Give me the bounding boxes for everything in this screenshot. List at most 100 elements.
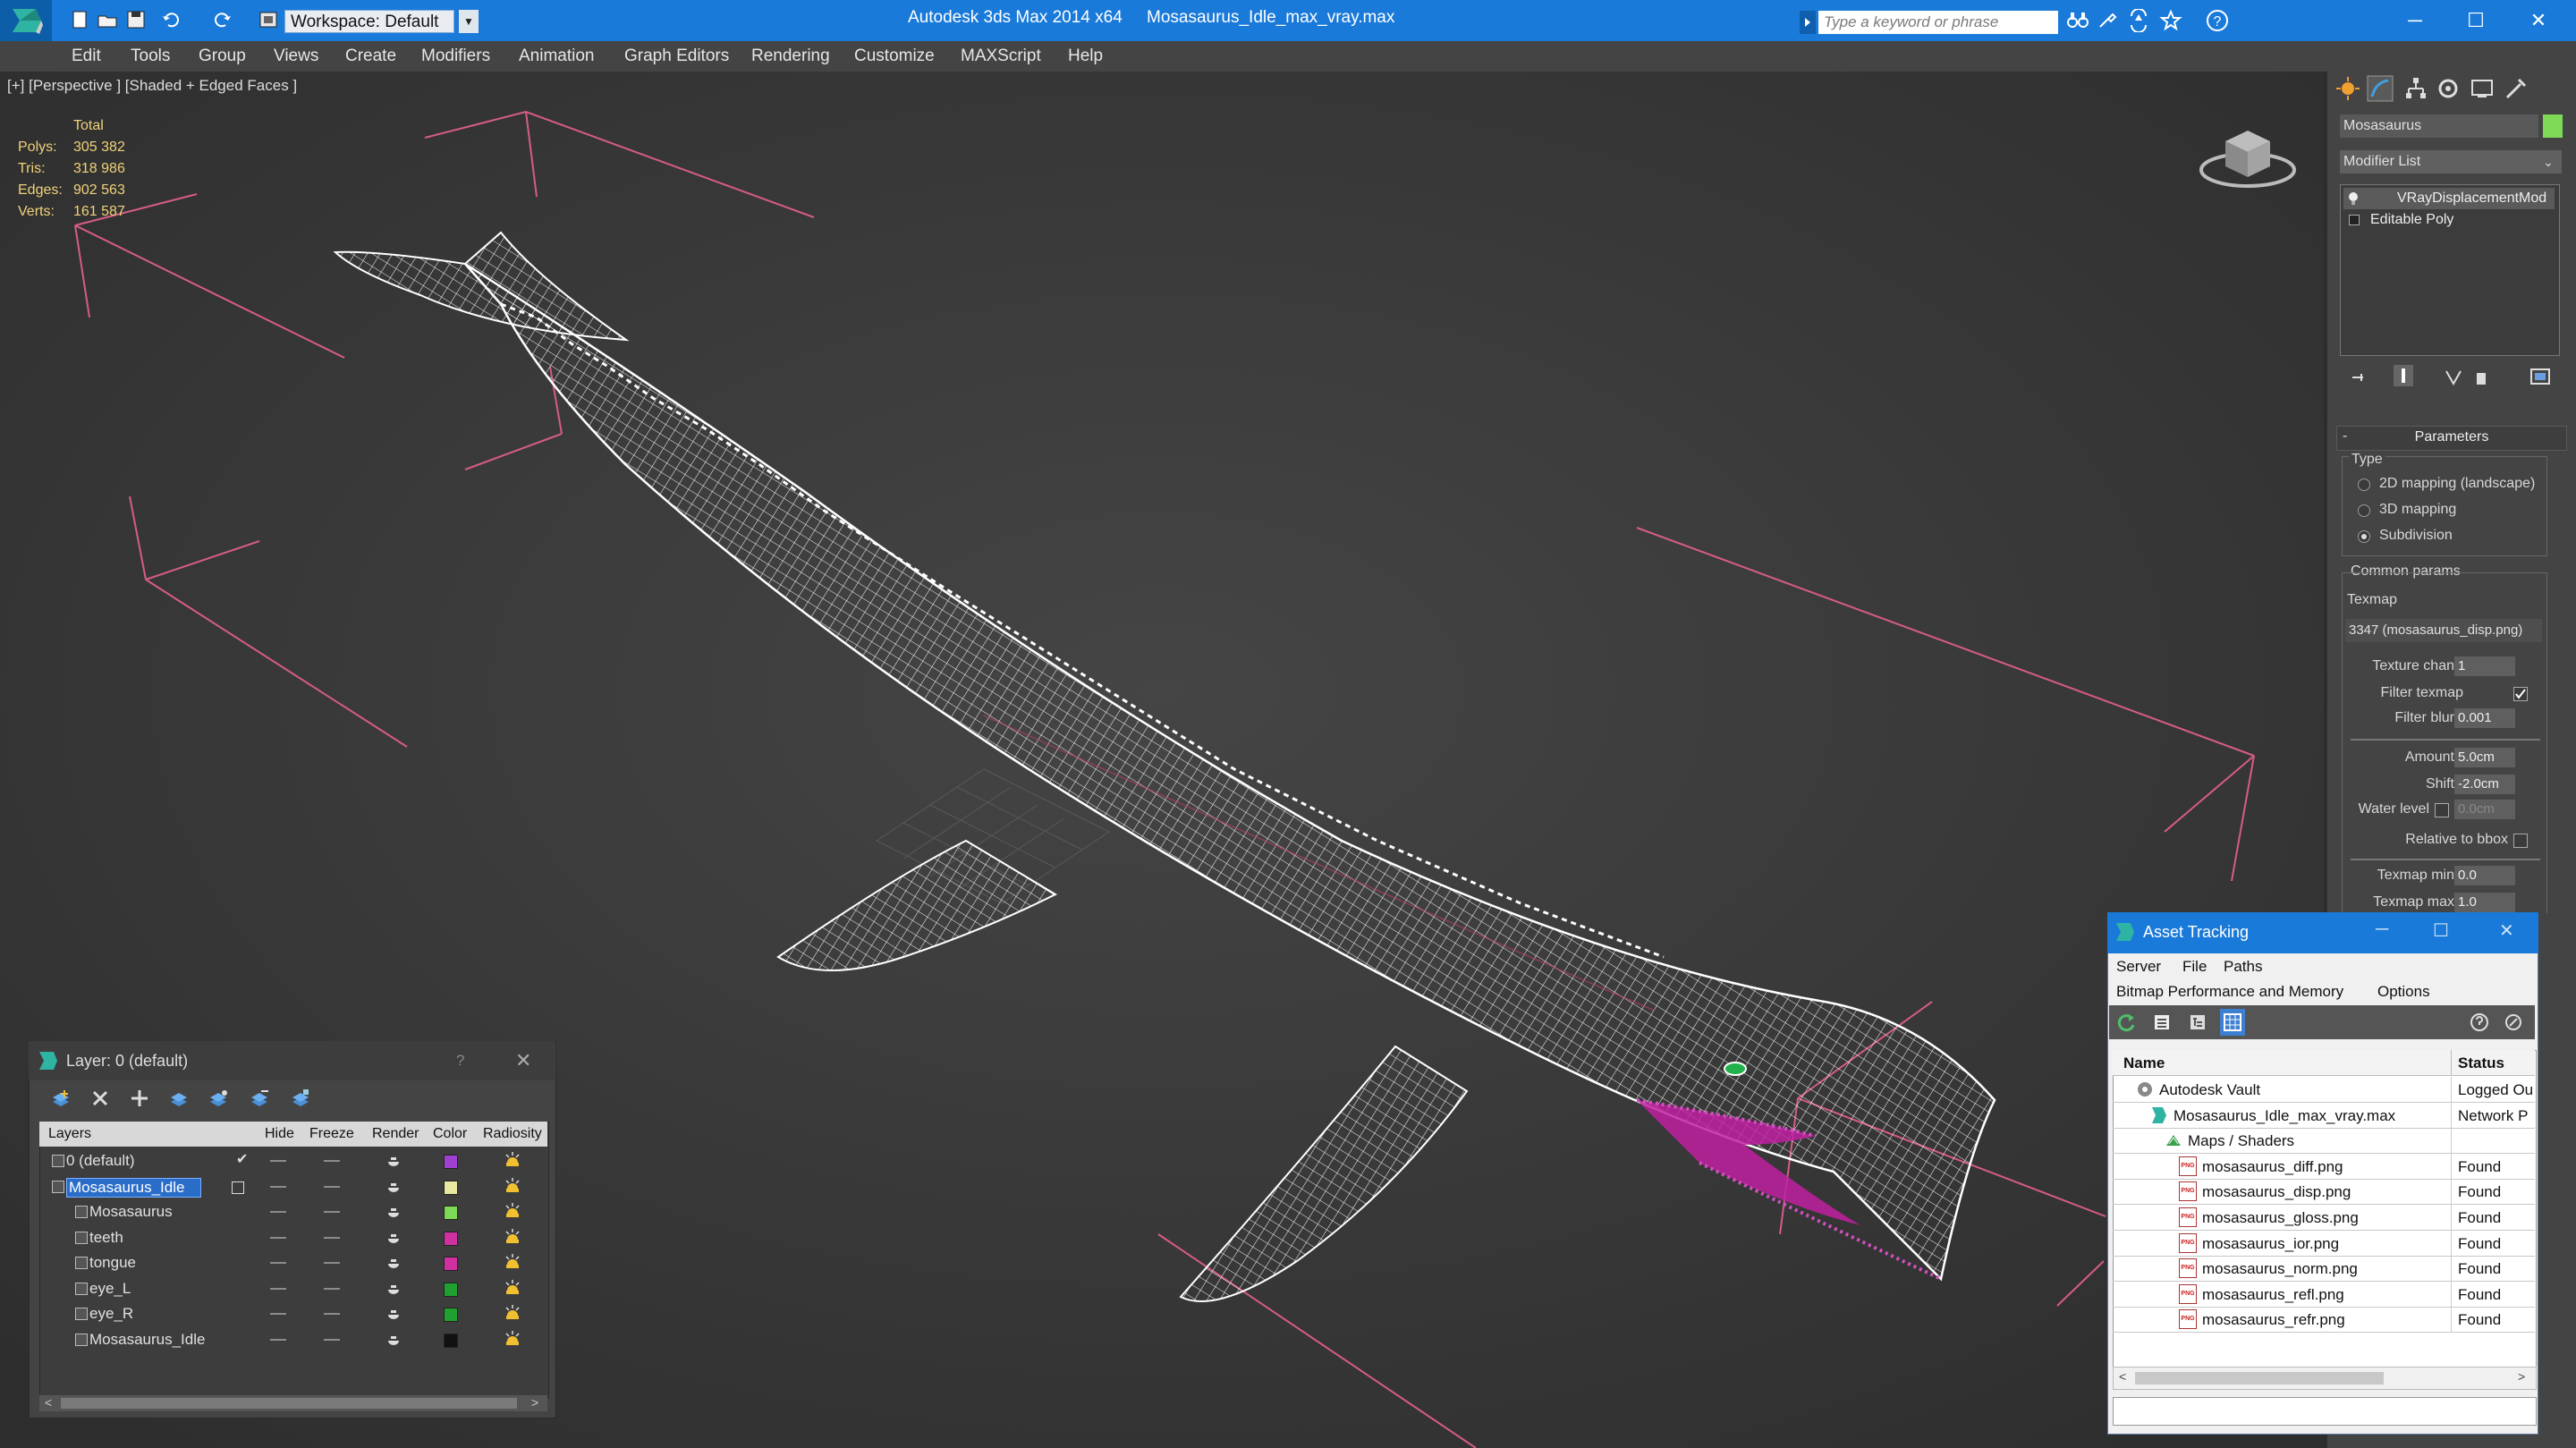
viewcube-icon[interactable] xyxy=(2199,114,2297,195)
workspace-dropdown[interactable]: Workspace: Default xyxy=(284,10,454,33)
menu-animation[interactable]: Animation xyxy=(519,47,595,66)
tree-view-icon[interactable] xyxy=(2188,1012,2207,1037)
layer-color-swatch[interactable] xyxy=(444,1231,458,1246)
layer-color-swatch[interactable] xyxy=(444,1206,458,1220)
asset-window-titlebar[interactable]: Asset Tracking ─ ☐ ✕ xyxy=(2107,912,2538,953)
freeze-toggle[interactable] xyxy=(324,1287,340,1290)
layer-name[interactable]: tongue xyxy=(89,1254,136,1272)
create-tab-sun-icon[interactable] xyxy=(2334,75,2361,106)
hide-toggle[interactable] xyxy=(270,1185,286,1188)
show-end-result-icon[interactable] xyxy=(2394,365,2413,386)
search-input[interactable]: Type a keyword or phrase xyxy=(1818,11,2058,34)
layer-row[interactable]: Mosasaurus xyxy=(41,1199,546,1224)
menu-customize[interactable]: Customize xyxy=(854,47,935,66)
menu-create[interactable]: Create xyxy=(345,47,396,66)
close-icon[interactable]: ✕ xyxy=(515,1049,531,1072)
radiosity-icon[interactable] xyxy=(503,1329,522,1353)
object-name-field[interactable]: Mosasaurus xyxy=(2340,114,2538,138)
layer-row[interactable]: tongue xyxy=(41,1250,546,1275)
render-teapot-icon[interactable] xyxy=(386,1333,401,1351)
render-teapot-icon[interactable] xyxy=(386,1180,401,1198)
app-menu-button[interactable] xyxy=(0,0,52,41)
asset-row[interactable]: Mosasaurus_Idle_max_vray.max Network P xyxy=(2113,1102,2535,1129)
modifier-list-dropdown[interactable]: Modifier List xyxy=(2340,150,2562,174)
column-header-color[interactable]: Color xyxy=(433,1126,467,1142)
search-expand-icon[interactable] xyxy=(1800,11,1816,34)
scroll-left-icon[interactable]: < xyxy=(45,1395,52,1410)
freeze-toggle[interactable] xyxy=(324,1338,340,1341)
layer-row[interactable]: eye_L xyxy=(41,1276,546,1301)
radio-2d-mapping[interactable] xyxy=(2358,478,2370,491)
pin-stack-icon[interactable] xyxy=(2349,368,2367,391)
column-header-render[interactable]: Render xyxy=(372,1126,419,1142)
asset-row[interactable]: PNG mosasaurus_gloss.png Found xyxy=(2113,1205,2535,1231)
layer-name[interactable]: 0 (default) xyxy=(66,1152,135,1170)
layer-row[interactable]: teeth xyxy=(41,1225,546,1250)
layer-row[interactable]: Mosasaurus_Idle xyxy=(41,1174,546,1199)
freeze-toggle[interactable] xyxy=(324,1185,340,1188)
hide-toggle[interactable] xyxy=(270,1313,286,1315)
hide-toggle[interactable] xyxy=(270,1338,286,1341)
layer-name[interactable]: eye_L xyxy=(89,1280,131,1298)
layer-name[interactable]: eye_R xyxy=(89,1305,133,1323)
freeze-toggle[interactable] xyxy=(324,1236,340,1239)
scroll-left-icon[interactable]: < xyxy=(2119,1369,2126,1384)
radiosity-icon[interactable] xyxy=(503,1227,522,1251)
hide-toggle[interactable] xyxy=(270,1236,286,1239)
texmap-max-spinner[interactable]: 1.0 xyxy=(2454,893,2515,912)
stack-item-vraydisplacement[interactable]: VRayDisplacementMod xyxy=(2343,188,2555,209)
water-level-spinner[interactable]: 0.0cm xyxy=(2454,800,2515,819)
scroll-right-icon[interactable]: > xyxy=(2518,1369,2525,1384)
modifier-list-arrow-icon[interactable]: ⌄ xyxy=(2538,152,2558,172)
column-header-status[interactable]: Status xyxy=(2458,1054,2504,1072)
stack-item-editable-poly[interactable]: Editable Poly xyxy=(2343,209,2555,231)
asset-path-field[interactable] xyxy=(2113,1397,2537,1426)
render-teapot-icon[interactable] xyxy=(386,1205,401,1223)
hide-toggle[interactable] xyxy=(270,1211,286,1213)
display-tab-icon[interactable] xyxy=(2469,75,2496,106)
menu-edit[interactable]: Edit xyxy=(72,47,101,66)
motion-tab-icon[interactable] xyxy=(2435,75,2462,106)
help-icon[interactable]: ? xyxy=(456,1052,464,1070)
close-icon[interactable]: ✕ xyxy=(2499,919,2514,942)
maximize-icon[interactable]: ☐ xyxy=(2433,919,2449,942)
binoculars-icon[interactable] xyxy=(2066,9,2089,32)
configure-sets-icon[interactable] xyxy=(2529,367,2551,391)
asset-row[interactable]: PNG mosasaurus_norm.png Found xyxy=(2113,1256,2535,1283)
asset-horizontal-scrollbar[interactable]: < > xyxy=(2113,1367,2537,1390)
layer-horizontal-scrollbar[interactable]: < > xyxy=(39,1395,547,1411)
vault-settings-icon[interactable] xyxy=(2503,1012,2524,1037)
table-view-icon[interactable] xyxy=(2220,1009,2245,1036)
menu-modifiers[interactable]: Modifiers xyxy=(421,47,490,66)
render-teapot-icon[interactable] xyxy=(386,1154,401,1172)
asset-row[interactable]: Maps / Shaders xyxy=(2113,1128,2535,1155)
asset-menu-file[interactable]: File xyxy=(2182,958,2207,976)
communication-center-icon[interactable] xyxy=(2127,8,2150,33)
column-header-freeze[interactable]: Freeze xyxy=(309,1126,354,1142)
asset-menu-server[interactable]: Server xyxy=(2116,958,2161,976)
refresh-icon[interactable] xyxy=(2116,1012,2136,1037)
parameters-rollout-header[interactable]: - Parameters xyxy=(2336,426,2567,451)
render-teapot-icon[interactable] xyxy=(386,1231,401,1249)
radiosity-icon[interactable] xyxy=(503,1201,522,1225)
freeze-toggle[interactable] xyxy=(324,1262,340,1264)
asset-row[interactable]: PNG mosasaurus_diff.png Found xyxy=(2113,1153,2535,1180)
redo-icon[interactable] xyxy=(211,9,234,32)
project-folder-icon[interactable] xyxy=(258,9,281,32)
radiosity-icon[interactable] xyxy=(503,1252,522,1276)
layer-color-swatch[interactable] xyxy=(444,1308,458,1322)
layer-color-swatch[interactable] xyxy=(444,1180,458,1195)
expand-plus-icon[interactable] xyxy=(2349,215,2360,225)
layer-row[interactable]: Mosasaurus_Idle xyxy=(41,1327,546,1352)
shift-spinner[interactable]: -2.0cm xyxy=(2454,775,2515,794)
highlight-selected-layer-icon[interactable] xyxy=(208,1088,229,1114)
layer-name[interactable]: teeth xyxy=(89,1229,123,1247)
viewport-label-menu[interactable]: [+] [Perspective ] [Shaded + Edged Faces… xyxy=(7,77,297,95)
filter-texmap-checkbox[interactable] xyxy=(2513,687,2528,701)
asset-row[interactable]: PNG mosasaurus_disp.png Found xyxy=(2113,1179,2535,1206)
filter-blur-spinner[interactable]: 0.001 xyxy=(2454,708,2515,728)
asset-help-icon[interactable] xyxy=(2469,1012,2490,1037)
help-button[interactable]: ? xyxy=(2206,9,2229,32)
minimize-icon[interactable]: ─ xyxy=(2390,7,2440,34)
make-unique-icon[interactable] xyxy=(2444,368,2463,391)
